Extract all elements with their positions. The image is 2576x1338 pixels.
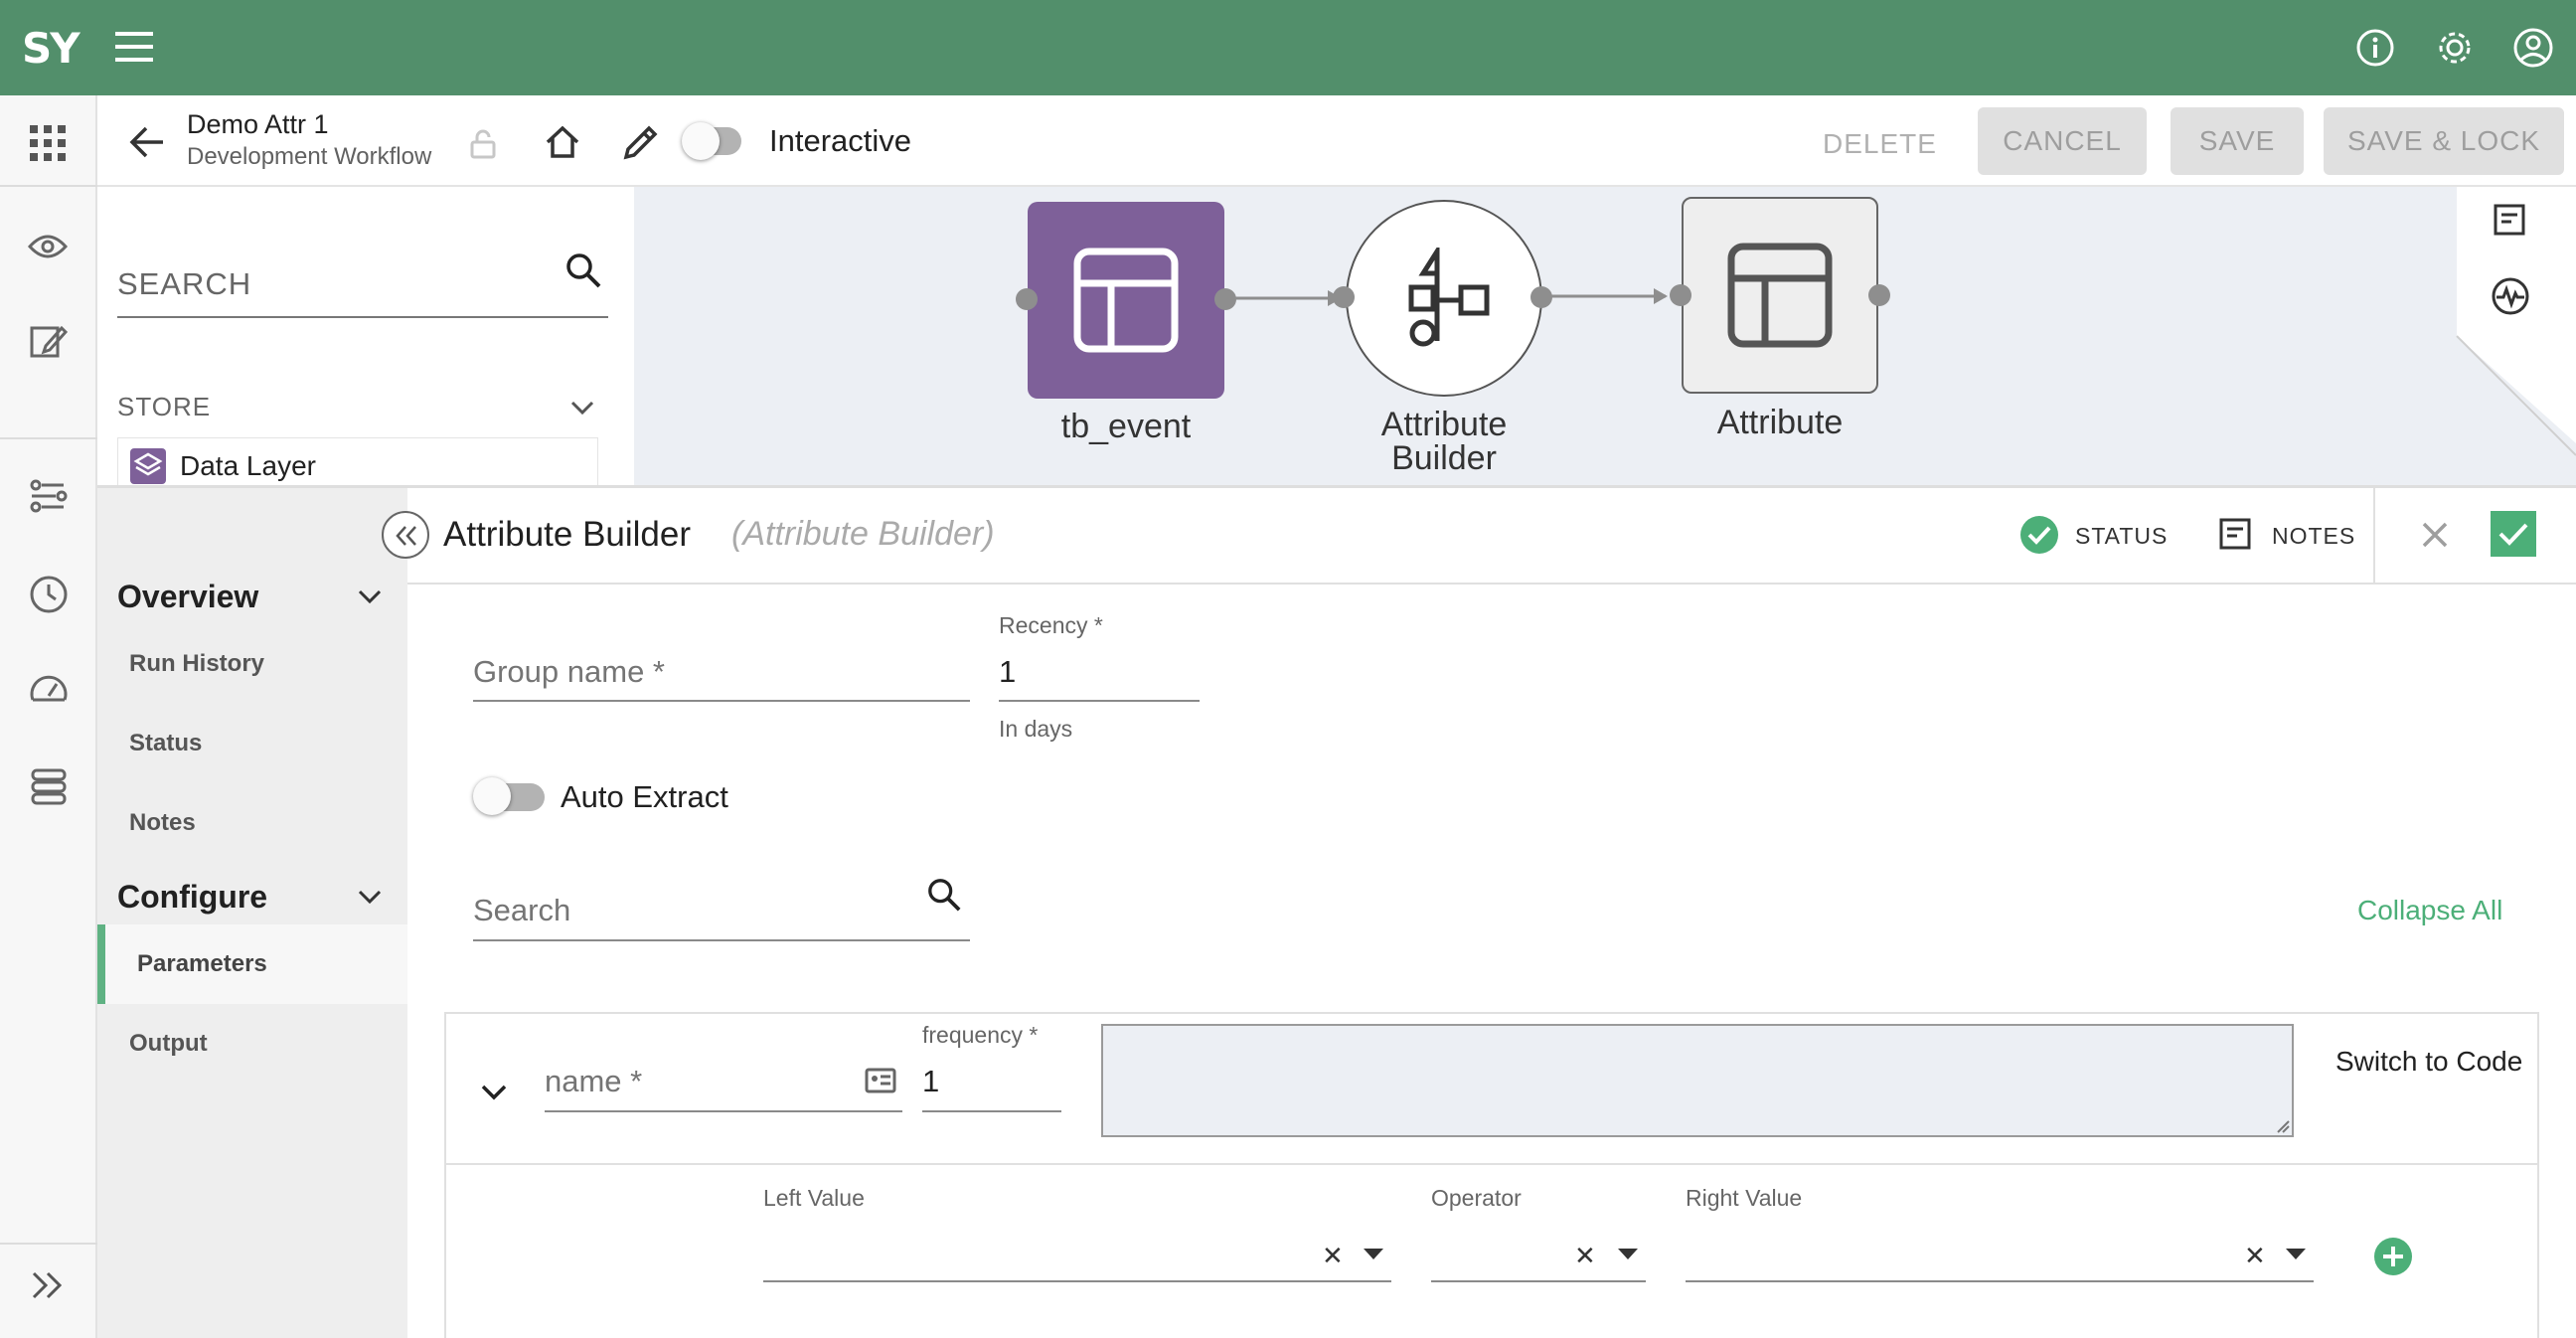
database-stack-icon[interactable] [30, 767, 68, 805]
collapse-panel-icon[interactable] [382, 511, 429, 559]
right-value-select[interactable] [1686, 1280, 2314, 1282]
back-arrow-icon[interactable] [129, 125, 165, 159]
right-value-dropdown-icon[interactable] [2286, 1249, 2306, 1260]
workflow-title: Demo Attr 1 [187, 109, 329, 139]
home-icon[interactable] [545, 125, 580, 159]
attribute-name-input[interactable]: name * [545, 1064, 642, 1099]
resize-handle-icon[interactable] [2276, 1119, 2290, 1133]
node-output-port[interactable] [1868, 284, 1890, 306]
info-icon[interactable] [2355, 28, 2395, 68]
node-output-port[interactable] [1214, 288, 1236, 310]
node-label: tb_event [1060, 408, 1192, 445]
nav-item-label: Parameters [137, 950, 267, 977]
store-item-label: Data Layer [180, 450, 316, 481]
left-value-select[interactable] [763, 1280, 1391, 1282]
delete-button[interactable]: DELETE [1823, 128, 1937, 160]
node-input-port[interactable] [1333, 286, 1355, 308]
workflow-icon[interactable] [30, 477, 68, 515]
expand-rail-icon[interactable] [30, 1270, 66, 1300]
workflow-connectors [1230, 187, 2576, 456]
save-and-lock-button[interactable]: SAVE & LOCK [2324, 107, 2564, 175]
chevron-down-icon[interactable] [358, 588, 382, 604]
node-attribute-builder[interactable] [1346, 200, 1542, 397]
store-section-label: STORE [117, 392, 212, 421]
app-logo[interactable]: SY [22, 24, 80, 73]
status-check-icon[interactable] [2019, 515, 2059, 555]
confirm-check-button[interactable] [2491, 511, 2536, 557]
left-value-clear-icon[interactable]: ✕ [1322, 1241, 1344, 1271]
panel-subtitle: (Attribute Builder) [731, 515, 995, 553]
node-label: Attribute [1716, 404, 1844, 441]
table-layout-icon [1073, 248, 1179, 353]
group-name-input[interactable]: Group name * [473, 654, 665, 690]
left-rail [0, 95, 97, 1338]
edit-note-icon[interactable] [30, 322, 68, 360]
operator-select[interactable] [1431, 1280, 1646, 1282]
operator-label: Operator [1431, 1185, 1522, 1211]
chevron-down-icon[interactable] [358, 889, 382, 905]
frequency-input[interactable]: 1 [922, 1064, 939, 1099]
nav-item-output[interactable]: Output [129, 1030, 208, 1058]
hamburger-menu-icon[interactable] [115, 32, 155, 62]
notes-icon[interactable] [2218, 517, 2254, 553]
operator-clear-icon[interactable]: ✕ [1574, 1241, 1596, 1271]
interactive-label: Interactive [769, 123, 912, 158]
node-output-port[interactable] [1530, 286, 1552, 308]
layer-stack-icon [130, 448, 166, 484]
save-button[interactable]: SAVE [2171, 107, 2304, 175]
activity-pulse-icon[interactable] [2491, 276, 2530, 316]
search-icon[interactable] [564, 251, 602, 289]
nav-item-notes[interactable]: Notes [129, 809, 196, 837]
status-button[interactable]: STATUS [2075, 523, 2168, 550]
recency-input[interactable]: 1 [999, 654, 1016, 690]
notes-tool-icon[interactable] [2493, 203, 2528, 239]
add-condition-icon[interactable] [2373, 1237, 2413, 1276]
right-value-clear-icon[interactable]: ✕ [2244, 1241, 2266, 1271]
panel-title: Attribute Builder [443, 515, 692, 554]
builder-shapes-icon [1408, 248, 1490, 347]
right-value-label: Right Value [1686, 1185, 1803, 1211]
expression-textarea[interactable] [1101, 1024, 2294, 1137]
store-item[interactable]: Data Layer [117, 437, 598, 485]
close-icon[interactable] [2421, 521, 2449, 549]
nav-item-status[interactable]: Status [129, 730, 202, 757]
frequency-label: frequency * [922, 1022, 1039, 1048]
expand-chevron-icon[interactable] [481, 1084, 507, 1101]
auto-extract-label: Auto Extract [561, 779, 728, 814]
nav-configure[interactable]: Configure [117, 879, 267, 916]
node-label: Attribute Builder [1380, 406, 1508, 477]
lock-open-icon[interactable] [469, 129, 497, 159]
nav-overview[interactable]: Overview [117, 579, 258, 615]
node-input-port[interactable] [1016, 288, 1038, 310]
top-app-bar: SY [0, 0, 2576, 95]
left-value-label: Left Value [763, 1185, 865, 1211]
account-icon[interactable] [2512, 27, 2554, 69]
history-clock-icon[interactable] [29, 575, 69, 614]
left-value-dropdown-icon[interactable] [1364, 1249, 1383, 1260]
node-input-port[interactable] [1670, 284, 1691, 306]
store-search-input[interactable]: SEARCH [117, 266, 251, 302]
node-attribute[interactable] [1682, 197, 1878, 394]
settings-gear-icon[interactable] [2434, 27, 2476, 69]
recency-label: Recency * [999, 612, 1103, 638]
attribute-search-input[interactable]: Search [473, 893, 570, 928]
workflow-subtitle: Development Workflow [187, 143, 432, 170]
notes-button[interactable]: NOTES [2272, 523, 2355, 550]
cancel-button[interactable]: CANCEL [1978, 107, 2147, 175]
operator-dropdown-icon[interactable] [1618, 1249, 1638, 1260]
eye-icon[interactable] [28, 233, 68, 260]
switch-to-code-button[interactable]: Switch to Code [2335, 1046, 2522, 1078]
node-tb-event[interactable] [1028, 202, 1224, 399]
nav-item-parameters[interactable]: Parameters [97, 924, 407, 1004]
nav-item-run-history[interactable]: Run History [129, 650, 264, 678]
dashboard-gauge-icon[interactable] [29, 672, 69, 704]
recency-hint: In days [999, 716, 1073, 742]
contact-card-icon[interactable] [865, 1068, 896, 1093]
edit-pencil-icon[interactable] [622, 123, 660, 161]
apps-grid-icon[interactable] [30, 125, 66, 161]
collapse-all-link[interactable]: Collapse All [2357, 895, 2502, 926]
chevron-down-icon[interactable] [570, 400, 594, 416]
search-icon[interactable] [926, 877, 962, 913]
table-layout-icon [1727, 243, 1833, 348]
